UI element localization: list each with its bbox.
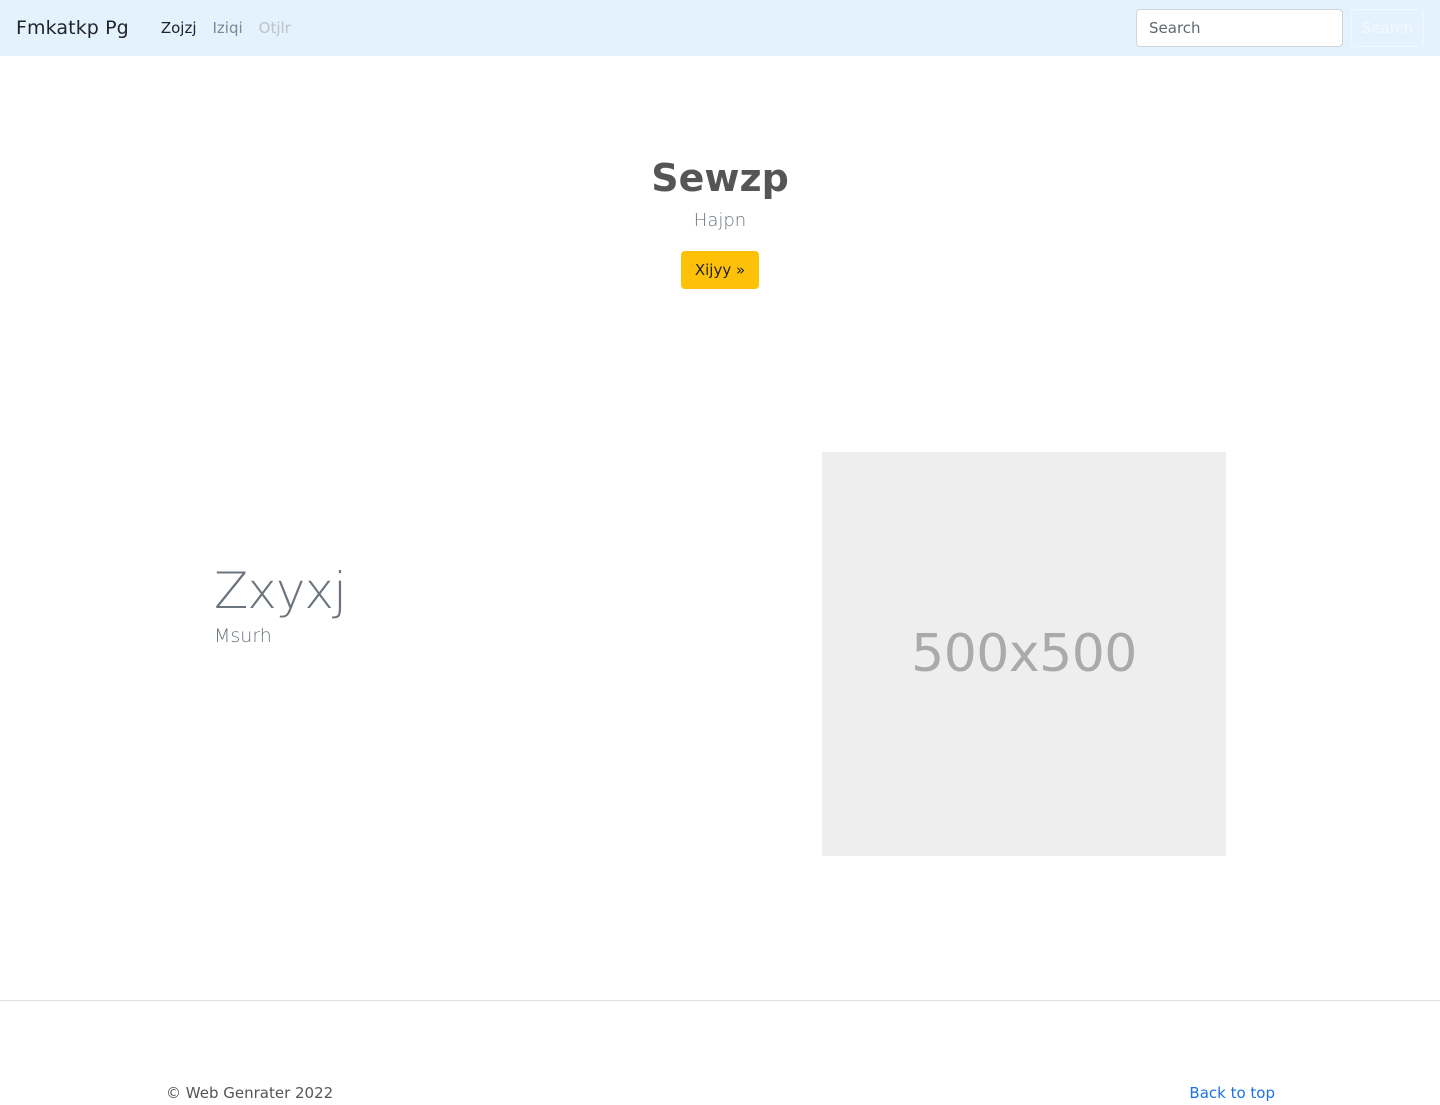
- back-to-top-link[interactable]: Back to top: [1189, 1084, 1275, 1102]
- navbar: Fmkatkp Pg Zojzj Iziqi Otjlr Search: [0, 0, 1440, 56]
- placeholder-image: 500x500: [822, 452, 1226, 856]
- search-form: Search: [1136, 9, 1424, 47]
- feature-subtitle: Msurh: [214, 625, 272, 647]
- search-input[interactable]: [1136, 9, 1343, 47]
- nav-links: Zojzj Iziqi Otjlr: [153, 19, 299, 37]
- nav-link-otjlr: Otjlr: [258, 19, 291, 37]
- hero-section: Sewzp Hajpn Xijyy »: [0, 150, 1440, 289]
- footer-divider: [0, 1000, 1440, 1001]
- brand-link[interactable]: Fmkatkp Pg: [16, 17, 129, 39]
- copyright-text: © Web Genrater 2022: [166, 1084, 334, 1102]
- search-button[interactable]: Search: [1351, 9, 1424, 47]
- feature-title: Zxyxj: [214, 562, 347, 620]
- placeholder-image-label: 500x500: [911, 624, 1137, 684]
- hero-subtitle: Hajpn: [693, 210, 747, 231]
- feature-text: Zxyxj Msurh: [214, 560, 347, 650]
- nav-link-iziqi[interactable]: Iziqi: [205, 19, 251, 37]
- nav-link-zojzj[interactable]: Zojzj: [153, 19, 205, 37]
- hero-title: Sewzp: [651, 156, 789, 200]
- hero-cta-button[interactable]: Xijyy »: [680, 251, 760, 289]
